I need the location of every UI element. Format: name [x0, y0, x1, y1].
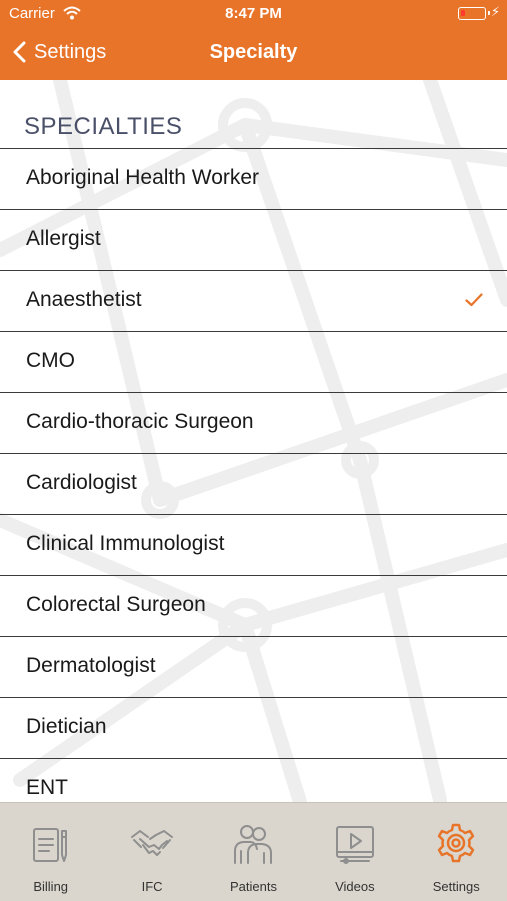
specialty-row[interactable]: Cardio-thoracic Surgeon	[0, 393, 507, 454]
video-icon	[335, 826, 374, 864]
tab-ifc[interactable]: IFC	[101, 803, 202, 901]
navigation-bar: Carrier 8:47 PM ⚡ Settings Specialty	[0, 0, 507, 80]
specialty-list-view[interactable]: SPECIALTIES Aboriginal Health Worker All…	[0, 80, 507, 802]
specialty-label: Aboriginal Health Worker	[26, 166, 260, 189]
tab-videos[interactable]: Videos	[304, 803, 405, 901]
specialty-label: Colorectal Surgeon	[26, 593, 206, 616]
tab-patients[interactable]: Patients	[203, 803, 304, 901]
specialty-row[interactable]: Dietician	[0, 698, 507, 759]
specialty-list: Aboriginal Health Worker Allergist Anaes…	[0, 148, 507, 802]
specialty-row[interactable]: Anaesthetist	[0, 271, 507, 332]
tab-settings[interactable]: Settings	[406, 803, 507, 901]
specialty-label: Cardiologist	[26, 471, 137, 494]
specialty-row[interactable]: Allergist	[0, 210, 507, 271]
battery-icon	[458, 7, 490, 20]
tab-label: IFC	[141, 879, 163, 894]
tab-label: Videos	[335, 879, 375, 894]
billing-icon	[32, 828, 67, 862]
section-header: SPECIALTIES	[24, 113, 183, 140]
specialty-label: Clinical Immunologist	[26, 532, 225, 555]
tab-label: Patients	[229, 879, 277, 894]
charging-icon: ⚡	[491, 4, 501, 19]
tab-label: Settings	[432, 879, 480, 894]
checkmark-icon	[465, 293, 483, 307]
specialty-label: CMO	[26, 349, 75, 372]
specialty-row[interactable]: CMO	[0, 332, 507, 393]
tab-billing[interactable]: Billing	[0, 803, 101, 901]
tab-bar: Billing IFC Patients Videos Settings	[0, 802, 507, 901]
tab-label: Billing	[33, 879, 69, 894]
specialty-row[interactable]: Colorectal Surgeon	[0, 576, 507, 637]
specialty-label: Cardio-thoracic Surgeon	[26, 410, 254, 433]
gear-icon	[438, 823, 475, 863]
battery-level-fill	[461, 10, 465, 16]
specialty-label: Dermatologist	[26, 654, 156, 677]
specialty-label: ENT	[26, 776, 68, 799]
specialty-row[interactable]: Aboriginal Health Worker	[0, 149, 507, 210]
handshake-icon	[131, 830, 174, 856]
specialty-row[interactable]: ENT	[0, 759, 507, 802]
specialty-label: Dietician	[26, 715, 107, 738]
page-title: Specialty	[209, 41, 298, 63]
patients-icon	[234, 825, 273, 864]
status-bar: Carrier 8:47 PM ⚡	[0, 0, 507, 28]
status-time: 8:47 PM	[225, 5, 282, 22]
specialty-row[interactable]: Cardiologist	[0, 454, 507, 515]
specialty-label: Anaesthetist	[26, 288, 142, 311]
battery-cap	[488, 11, 490, 15]
specialty-row[interactable]: Dermatologist	[0, 637, 507, 698]
specialty-row[interactable]: Clinical Immunologist	[0, 515, 507, 576]
specialty-label: Allergist	[26, 227, 101, 250]
